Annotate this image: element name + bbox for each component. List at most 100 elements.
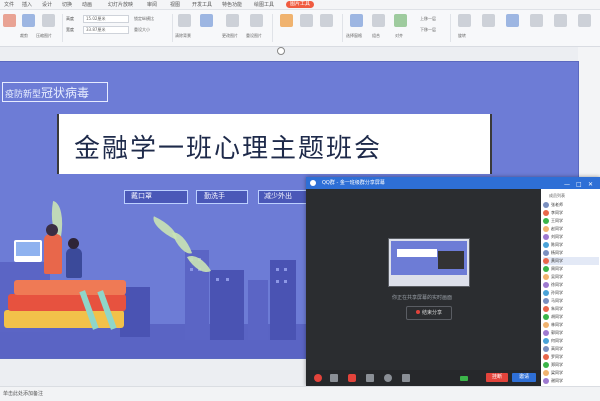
insert-picture-icon[interactable] [3, 14, 16, 27]
change-picture-label: 更改图片 [222, 33, 238, 38]
slogan-1: 戴口罩 [131, 192, 152, 200]
avatar [543, 274, 549, 280]
member-list-item[interactable]: 郑同学 [543, 361, 599, 369]
avatar [543, 290, 549, 296]
hangup-button[interactable]: 挂断 [486, 373, 508, 382]
menu-view[interactable]: 视图 [170, 1, 180, 8]
member-list-item[interactable]: 梁同学 [543, 369, 599, 377]
member-name: 孙同学 [551, 290, 563, 295]
reset-size-button[interactable]: 重设大小 [134, 27, 150, 33]
menu-animation[interactable]: 动画 [82, 1, 92, 8]
tag-small-text: 疫防新型 [5, 90, 42, 100]
member-list-item[interactable]: 吴同学 [543, 273, 599, 281]
member-list-item[interactable]: 王同学 [543, 217, 599, 225]
menu-transition[interactable]: 切换 [62, 1, 72, 8]
members-header: 成员列表 [549, 193, 565, 198]
arrange-icon[interactable] [506, 14, 519, 27]
member-list-item[interactable]: 马同学 [543, 297, 599, 305]
member-list-item[interactable]: 赵同学 [543, 225, 599, 233]
qq-share-stage: 你正在共享屏幕的实时画面 结束分享 [306, 189, 541, 370]
person-head [46, 224, 58, 236]
flip-icon[interactable] [482, 14, 495, 27]
more-icon[interactable] [578, 14, 591, 27]
member-list-item[interactable]: 林同学 [543, 321, 599, 329]
member-list-item[interactable]: 谢同学 [543, 377, 599, 385]
select-pane-label: 选择窗格 [346, 33, 362, 38]
menu-features[interactable]: 特色功能 [222, 1, 242, 8]
menu-devtools[interactable]: 开发工具 [192, 1, 212, 8]
member-list-item[interactable]: 郭同学 [543, 329, 599, 337]
member-list-item[interactable]: 李同学 [543, 209, 599, 217]
qq-title-bar[interactable]: QQ群 - 金一班级群分享屏幕 — □ ✕ [306, 177, 600, 189]
picture-style-icon[interactable] [530, 14, 543, 27]
select-pane-icon[interactable] [350, 14, 363, 27]
group-icon[interactable] [372, 14, 385, 27]
member-list-item[interactable]: 胡同学 [543, 313, 599, 321]
rotate-icon[interactable] [458, 14, 471, 27]
member-list-item[interactable]: 何同学 [543, 337, 599, 345]
menu-picture-tools[interactable]: 图片工具 [286, 1, 315, 8]
menu-review[interactable]: 审阅 [147, 1, 157, 8]
member-list-item[interactable]: 徐同学 [543, 281, 599, 289]
member-name: 杨同学 [551, 250, 563, 255]
notes-placeholder[interactable]: 单击此处添加备注 [3, 390, 43, 397]
member-list-item[interactable]: 张老师 [543, 201, 599, 209]
clear-background-icon[interactable] [178, 14, 191, 27]
member-list-item[interactable]: 杨同学 [543, 249, 599, 257]
menu-slideshow[interactable]: 幻灯片放映 [108, 1, 133, 8]
speaker-icon[interactable] [384, 374, 392, 382]
member-list-item[interactable]: 黄同学 [543, 257, 599, 265]
member-name: 谢同学 [551, 378, 563, 383]
menu-file[interactable]: 文件 [4, 1, 14, 8]
member-list-item[interactable]: 高同学 [543, 345, 599, 353]
ribbon-toolbar: 裁剪 压缩图片 高度 15.02厘米 宽度 33.87厘米 锁定纵横比 重设大小… [0, 10, 600, 47]
member-list-item[interactable]: 周同学 [543, 265, 599, 273]
menu-drawing-tools[interactable]: 绘图工具 [254, 1, 274, 8]
stop-share-button[interactable]: 结束分享 [406, 306, 452, 320]
clear-bg-label: 清除背景 [175, 33, 191, 38]
picture-effect-icon[interactable] [200, 14, 213, 27]
mic-icon[interactable] [314, 374, 322, 382]
member-list-item[interactable]: 罗同学 [543, 353, 599, 361]
change-picture-icon[interactable] [226, 14, 239, 27]
avatar [543, 258, 549, 264]
share-screen-icon[interactable] [348, 374, 356, 382]
send-backward-button[interactable]: 下移一层 [420, 27, 436, 33]
align-icon[interactable] [394, 14, 407, 27]
height-label: 高度 [66, 16, 74, 21]
crop-icon[interactable] [22, 14, 35, 27]
color-icon[interactable] [280, 14, 293, 27]
width-field[interactable]: 33.87厘米 [83, 26, 129, 34]
member-name: 马同学 [551, 298, 563, 303]
menu-insert[interactable]: 插入 [22, 1, 32, 8]
print-preview-icon[interactable] [554, 14, 567, 27]
member-name: 赵同学 [551, 226, 563, 231]
whiteboard-icon[interactable] [366, 374, 374, 382]
border-icon[interactable] [300, 14, 313, 27]
member-name: 徐同学 [551, 282, 563, 287]
avatar [543, 226, 549, 232]
invite-button[interactable]: 邀请 [512, 373, 536, 382]
lock-ratio-checkbox[interactable]: 锁定纵横比 [134, 16, 154, 22]
menu-design[interactable]: 设计 [42, 1, 52, 8]
group-label: 组合 [372, 33, 380, 38]
reset-picture-icon[interactable] [250, 14, 263, 27]
compress-icon[interactable] [42, 14, 55, 27]
member-list-item[interactable]: 朱同学 [543, 305, 599, 313]
bring-forward-button[interactable]: 上移一层 [420, 16, 436, 22]
avatar [543, 202, 549, 208]
avatar [543, 242, 549, 248]
height-field[interactable]: 15.02厘米 [83, 15, 129, 23]
avatar [543, 210, 549, 216]
camera-icon[interactable] [330, 374, 338, 382]
member-name: 王同学 [551, 218, 563, 223]
record-dot-icon [415, 310, 420, 314]
member-list-item[interactable]: 刘同学 [543, 233, 599, 241]
effect-icon[interactable] [320, 14, 333, 27]
member-name: 高同学 [551, 346, 563, 351]
more-options-icon[interactable] [402, 374, 410, 382]
qq-share-window[interactable]: QQ群 - 金一班级群分享屏幕 — □ ✕ 你正在共享屏幕的实时画面 结束分享 … [306, 177, 600, 386]
member-list-item[interactable]: 陈同学 [543, 241, 599, 249]
member-list-item[interactable]: 孙同学 [543, 289, 599, 297]
rotate-handle-icon[interactable] [277, 47, 285, 55]
